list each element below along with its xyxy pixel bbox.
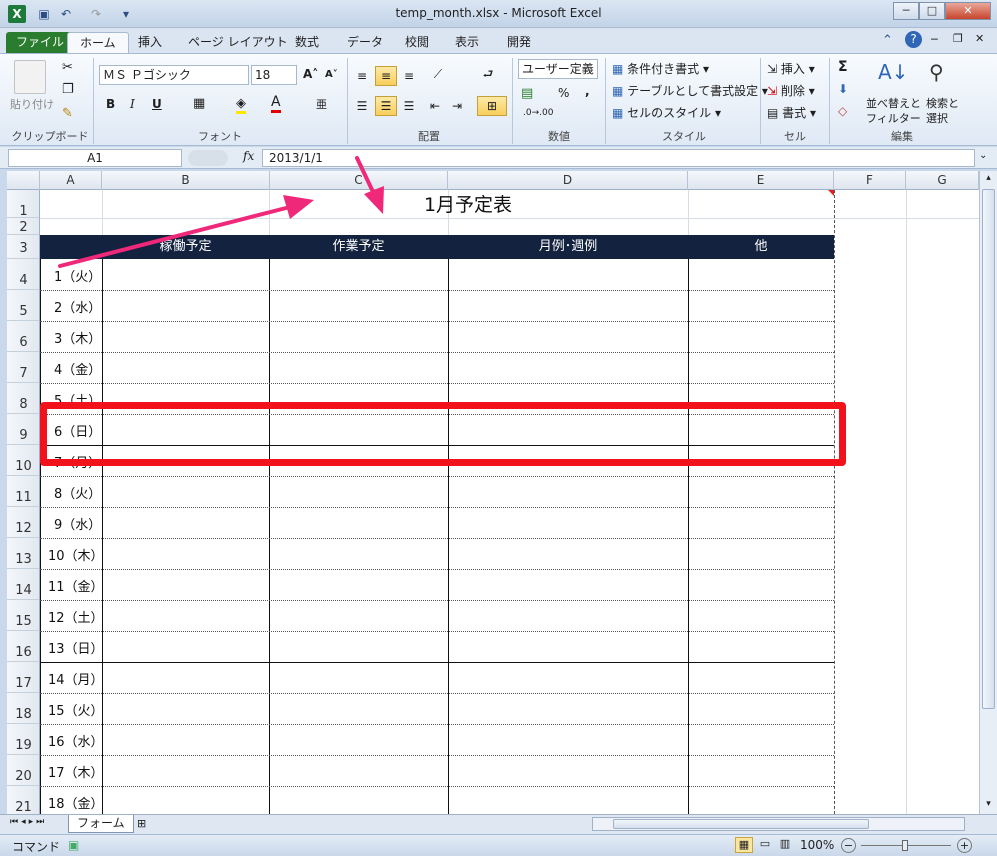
arrow-to-title: [58, 195, 314, 268]
zoom-level[interactable]: 100%: [800, 838, 834, 852]
zoom-slider-thumb[interactable]: [902, 840, 908, 851]
sheet-tab-form[interactable]: フォーム: [68, 815, 134, 833]
zoom-in-icon[interactable]: +: [957, 838, 972, 853]
scroll-up-icon[interactable]: ▴: [982, 173, 995, 185]
horizontal-scroll-thumb[interactable]: [613, 819, 869, 829]
scroll-down-icon[interactable]: ▾: [982, 799, 995, 811]
page-break-view-icon[interactable]: ▥: [776, 837, 794, 853]
status-mode: コマンド: [12, 840, 61, 854]
vertical-scroll-thumb[interactable]: [982, 189, 995, 709]
macro-record-icon[interactable]: ▣: [68, 838, 79, 852]
annotation-arrows: [58, 156, 384, 268]
arrow-from-formula: [355, 156, 384, 214]
insert-sheet-icon[interactable]: ⊞: [137, 817, 146, 830]
status-bar: コマンド ▣ ▦ ▭ ▥ 100% − +: [0, 834, 997, 856]
sheet-tab-bar: ⏮◂▸⏭ フォーム ⊞: [0, 814, 997, 834]
vertical-scrollbar[interactable]: ▴ ▾: [979, 171, 997, 814]
normal-view-icon[interactable]: ▦: [735, 837, 753, 853]
page-layout-view-icon[interactable]: ▭: [756, 837, 774, 853]
zoom-out-icon[interactable]: −: [841, 838, 856, 853]
sheet-nav-icon[interactable]: ⏮◂▸⏭: [10, 817, 47, 827]
horizontal-scrollbar[interactable]: [592, 817, 965, 831]
